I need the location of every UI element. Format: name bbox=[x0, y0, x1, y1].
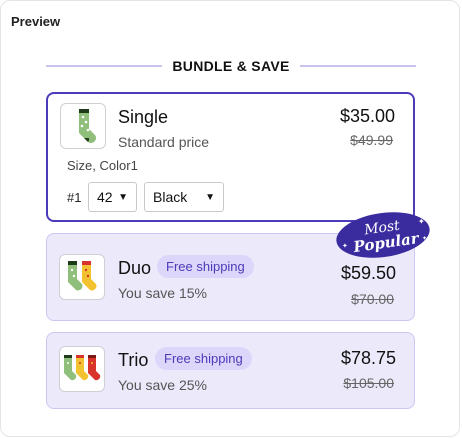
color-select[interactable]: Black ▼ bbox=[144, 182, 224, 212]
most-popular-badge-shape: Most Popular ✦ ✦ ✦ bbox=[336, 212, 430, 258]
option-compare-price: $105.00 bbox=[343, 375, 394, 391]
chevron-down-icon: ▼ bbox=[118, 191, 128, 203]
option-price: $78.75 bbox=[340, 348, 396, 368]
bundle-heading: BUNDLE & SAVE bbox=[172, 58, 290, 74]
option-compare-price: $49.99 bbox=[350, 132, 393, 148]
size-select-value: 42 bbox=[97, 189, 113, 205]
option-subtitle: Standard price bbox=[118, 134, 210, 150]
bundle-option-trio[interactable]: Trio Free shipping You save 25% $78.75 $… bbox=[46, 332, 415, 409]
option-subtitle: You save 15% bbox=[118, 285, 207, 301]
product-thumbnail-duo bbox=[59, 254, 105, 300]
option-title: Single bbox=[118, 107, 169, 127]
option-title: Duo bbox=[118, 258, 152, 278]
socks-trio-icon bbox=[64, 355, 101, 381]
divider-line-left bbox=[46, 65, 163, 67]
size-select[interactable]: 42 ▼ bbox=[88, 182, 137, 212]
bundle-option-single[interactable]: Single Standard price $35.00 $49.99 Size… bbox=[46, 92, 415, 222]
sparkle-icon: ✦ bbox=[422, 235, 427, 242]
chevron-down-icon: ▼ bbox=[205, 191, 215, 203]
option-subtitle: You save 25% bbox=[118, 377, 207, 393]
option-title: Trio bbox=[118, 350, 149, 370]
variant-row-number: #1 bbox=[67, 190, 82, 205]
free-shipping-badge: Free shipping bbox=[157, 255, 254, 278]
socks-pair-icon bbox=[68, 261, 97, 291]
product-thumbnail-single bbox=[60, 103, 106, 149]
sock-icon bbox=[79, 109, 96, 143]
option-price: $35.00 bbox=[339, 106, 395, 126]
free-shipping-badge: Free shipping bbox=[155, 347, 252, 370]
variant-label: Size, Color1 bbox=[67, 158, 138, 173]
color-select-value: Black bbox=[153, 189, 188, 205]
sparkle-icon: ✦ bbox=[418, 217, 425, 226]
option-compare-price: $70.00 bbox=[351, 291, 394, 307]
option-price: $59.50 bbox=[340, 263, 396, 283]
divider-line-right bbox=[299, 65, 416, 67]
most-popular-sticker: Most Popular ✦ ✦ ✦ bbox=[334, 210, 432, 260]
product-thumbnail-trio bbox=[59, 346, 105, 392]
preview-title: Preview bbox=[11, 14, 61, 29]
sparkle-icon: ✦ bbox=[342, 242, 348, 250]
bundle-heading-divider: BUNDLE & SAVE bbox=[46, 57, 416, 75]
